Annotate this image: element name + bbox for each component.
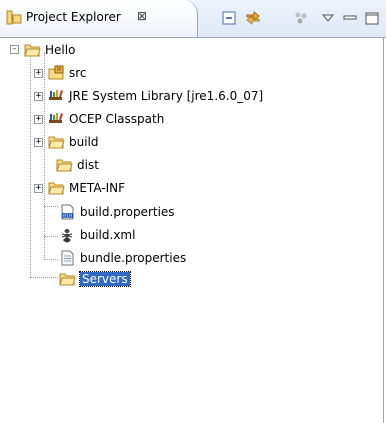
text-file-icon <box>61 250 74 266</box>
tree-item-ocep-classpath[interactable]: OCEP Classpath <box>48 109 164 129</box>
folder-icon <box>59 273 76 286</box>
expand-toggle[interactable]: + <box>34 115 43 124</box>
collapse-all-icon[interactable] <box>221 10 237 26</box>
tree-connector <box>44 206 58 207</box>
project-explorer-icon <box>6 10 22 25</box>
tree-item-build-properties[interactable]: 010 build.properties <box>59 202 175 222</box>
tree-item-label: OCEP Classpath <box>69 112 165 126</box>
tree-item-label: build.properties <box>80 205 175 219</box>
close-icon[interactable]: ⊠ <box>137 9 147 23</box>
tree-item-build-xml[interactable]: build.xml <box>59 225 135 245</box>
library-icon <box>49 113 63 123</box>
tree-item-bundle-properties[interactable]: bundle.properties <box>59 248 186 268</box>
folder-icon <box>48 182 65 195</box>
tree-connector <box>30 55 31 277</box>
working-sets-icon[interactable] <box>293 10 309 26</box>
library-icon <box>49 90 63 100</box>
project-folder-icon <box>24 44 41 57</box>
tree-item-label: JRE System Library [jre1.6.0_07] <box>69 89 264 103</box>
folder-icon <box>48 136 65 149</box>
expand-toggle[interactable]: + <box>34 184 43 193</box>
ant-file-icon <box>61 229 73 243</box>
source-folder-icon <box>48 65 64 80</box>
expand-toggle[interactable]: + <box>34 92 43 101</box>
folder-icon <box>56 159 73 172</box>
project-tree[interactable]: - Hello + src + JRE System Library [jre1… <box>0 38 386 423</box>
tree-item-label: META-INF <box>69 181 126 195</box>
properties-file-icon: 010 <box>61 204 74 220</box>
tree-item-label: src <box>69 66 87 80</box>
svg-text:010: 010 <box>63 214 72 220</box>
expand-toggle[interactable]: + <box>34 69 43 78</box>
tree-item-servers[interactable]: Servers <box>59 269 131 289</box>
tree-item-jre-system-library[interactable]: JRE System Library [jre1.6.0_07] <box>48 86 263 106</box>
tree-item-label: Servers <box>79 271 131 287</box>
tab-project-explorer[interactable]: Project Explorer ⊠ <box>0 0 198 37</box>
tree-item-label: build.xml <box>80 228 136 242</box>
tree-connector <box>30 277 58 278</box>
tree-item-src[interactable]: src <box>48 63 87 83</box>
tree-item-label: dist <box>77 158 99 172</box>
view-menu-icon[interactable] <box>320 10 336 26</box>
view-header: Project Explorer ⊠ <box>0 0 386 38</box>
tree-item-meta-inf[interactable]: META-INF <box>48 178 125 198</box>
tree-connector <box>44 259 58 260</box>
tree-item-label: Hello <box>45 43 76 57</box>
tree-item-label: bundle.properties <box>80 251 187 265</box>
tree-item-dist[interactable]: dist <box>56 155 99 175</box>
expand-toggle[interactable]: + <box>34 138 43 147</box>
link-with-editor-icon[interactable] <box>245 10 261 26</box>
tree-item-label: build <box>69 135 99 149</box>
tree-item-build[interactable]: build <box>48 132 99 152</box>
maximize-icon[interactable] <box>364 10 380 26</box>
view-title: Project Explorer <box>26 10 121 24</box>
tree-item-hello[interactable]: Hello <box>24 40 75 60</box>
minimize-icon[interactable] <box>342 10 358 26</box>
collapse-toggle[interactable]: - <box>10 45 19 54</box>
tree-connector <box>44 52 45 260</box>
tree-connector <box>44 236 58 237</box>
